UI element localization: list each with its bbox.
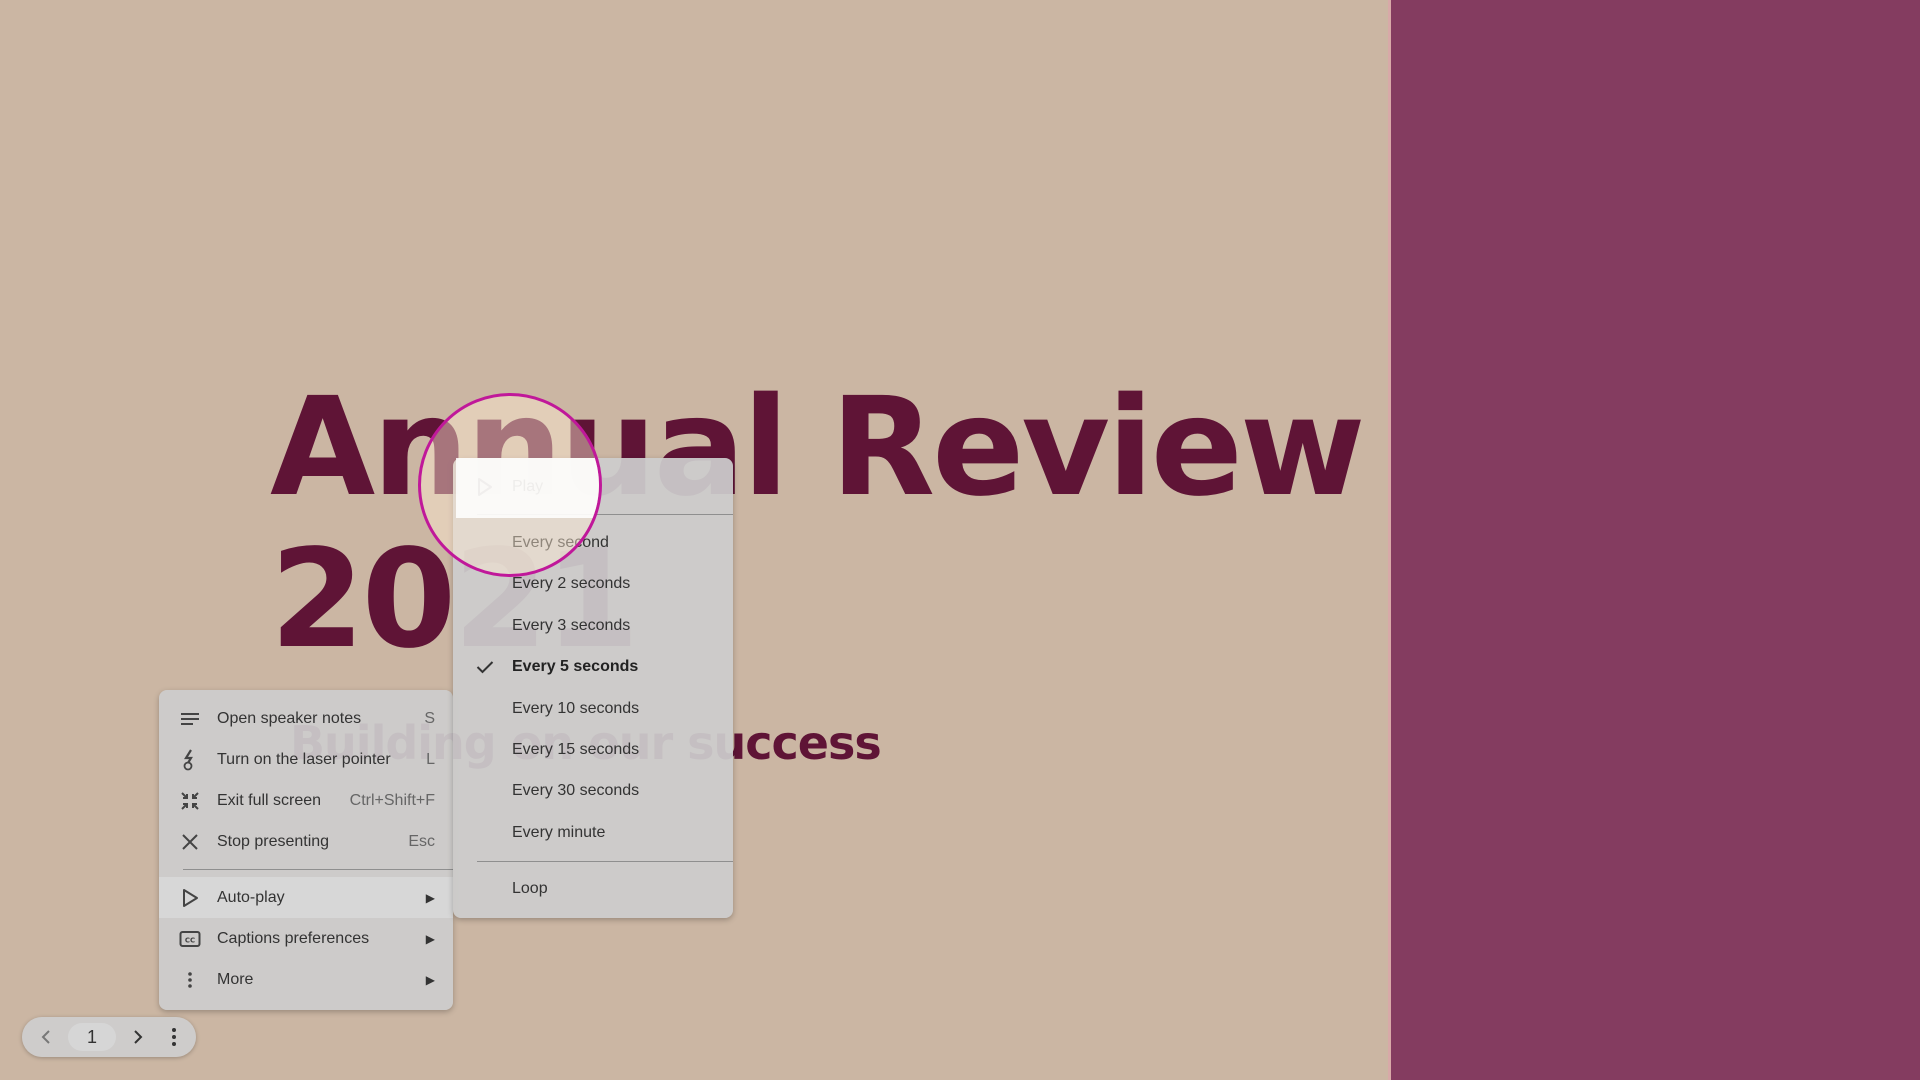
menu-item-label: Captions preferences [217,929,370,947]
play-icon [475,477,495,497]
menu-item-captions-preferences[interactable]: CC Captions preferences ▶ [159,918,453,959]
chevron-left-icon [41,1030,50,1044]
menu-item-label: Turn on the laser pointer [217,750,391,768]
submenu-arrow-icon: ▶ [425,890,435,905]
menu-divider [183,869,453,870]
menu-divider [477,860,733,862]
captions-icon: CC [179,928,201,950]
autoplay-interval-option[interactable]: Every 3 seconds [453,605,733,646]
menu-item-auto-play[interactable]: Auto-play ▶ [159,877,453,918]
svg-text:CC: CC [185,936,195,944]
close-icon [179,831,201,853]
interval-label: Every 3 seconds [512,616,631,634]
play-icon [179,887,201,909]
interval-label: Every 15 seconds [512,741,640,759]
page-number[interactable]: 1 [68,1023,116,1051]
autoplay-interval-option-selected[interactable]: Every 5 seconds [453,647,733,688]
interval-label: Every 5 seconds [512,658,639,676]
menu-item-label: Auto-play [217,888,285,906]
shortcut-label: Esc [408,832,435,850]
more-vert-icon [179,969,201,991]
slide-title-line1: Annual Review [270,369,1366,527]
shortcut-label: L [426,750,435,768]
autoplay-interval-option[interactable]: Every 15 seconds [453,729,733,770]
autoplay-interval-option[interactable]: Every 10 seconds [453,688,733,729]
auto-play-submenu: Play Every second Every 2 seconds Every … [453,458,733,918]
exit-fullscreen-icon [179,790,201,812]
shortcut-label: Ctrl+Shift+F [349,791,435,809]
menu-item-label: Exit full screen [217,791,322,809]
menu-item-stop-presenting[interactable]: Stop presenting Esc [159,821,453,862]
accent-panel [1391,0,1920,1080]
options-menu-button[interactable] [160,1017,188,1057]
interval-label: Every 30 seconds [512,782,640,800]
autoplay-loop-option[interactable]: Loop [453,869,733,910]
autoplay-play[interactable]: Play [453,466,733,507]
next-slide-button[interactable] [124,1017,152,1057]
previous-slide-button[interactable] [32,1017,60,1057]
menu-divider [477,514,733,516]
menu-item-open-speaker-notes[interactable]: Open speaker notes S [159,698,453,739]
interval-label: Every 2 seconds [512,575,631,593]
menu-item-label: Open speaker notes [217,709,362,727]
submenu-arrow-icon: ▶ [425,931,435,946]
interval-label: Every second [512,534,609,552]
menu-item-more[interactable]: More ▶ [159,959,453,1000]
autoplay-interval-option[interactable]: Every 30 seconds [453,771,733,812]
menu-item-label: More [217,970,254,988]
submenu-arrow-icon: ▶ [425,972,435,987]
slide-title: Annual Review 2021 [270,369,1366,676]
more-vert-icon [172,1028,176,1046]
menu-item-exit-full-screen[interactable]: Exit full screen Ctrl+Shift+F [159,780,453,821]
chevron-right-icon [134,1030,143,1044]
autoplay-play-label: Play [512,477,544,495]
loop-label: Loop [512,880,548,898]
autoplay-interval-option[interactable]: Every minute [453,812,733,853]
menu-item-label: Stop presenting [217,832,330,850]
autoplay-interval-option[interactable]: Every 2 seconds [453,564,733,605]
speaker-notes-icon [179,708,201,730]
interval-label: Every 10 seconds [512,699,640,717]
laser-pointer-icon [179,748,201,771]
presenter-toolbar: 1 [22,1017,196,1057]
interval-label: Every minute [512,823,606,841]
menu-item-laser-pointer[interactable]: Turn on the laser pointer L [159,739,453,780]
presenter-options-menu: Open speaker notes S Turn on the laser p… [159,690,453,1010]
checkmark-icon [475,657,495,677]
autoplay-interval-option[interactable]: Every second [453,522,733,563]
shortcut-label: S [424,709,435,727]
